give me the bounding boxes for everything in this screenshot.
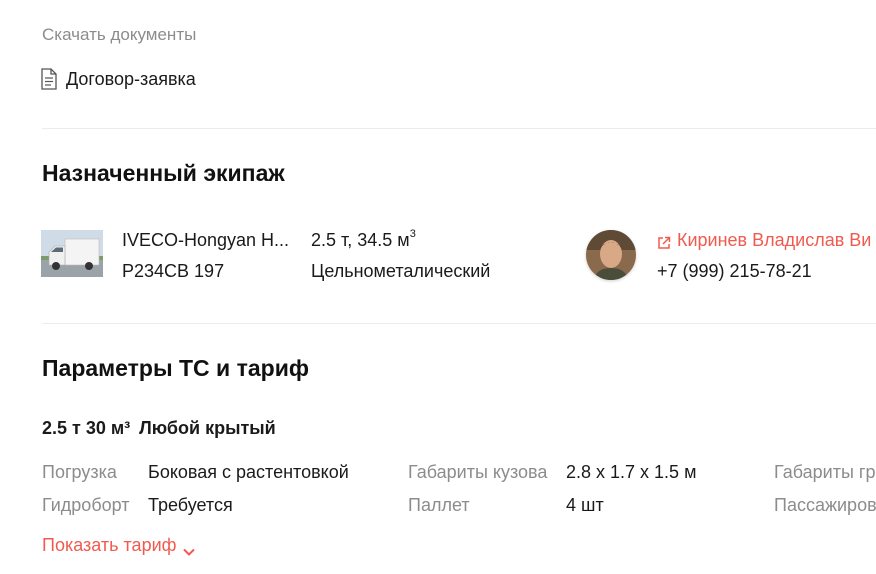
documents-label: Скачать документы	[42, 25, 197, 44]
param-label-body-dimensions: Габариты кузова	[408, 462, 548, 482]
vehicle-capacity-value: 2.5 т, 34.5 м	[311, 230, 410, 250]
divider	[42, 323, 876, 324]
param-value-tail-lift: Требуется	[148, 495, 233, 515]
document-link-label: Договор-заявка	[66, 68, 196, 89]
external-link-icon	[657, 234, 671, 249]
driver-phone: +7 (999) 215-78-21	[657, 261, 812, 281]
tariff-summary: 2.5 т 30 м³ Любой крытый	[42, 418, 276, 439]
document-icon	[40, 68, 58, 90]
order-details-panel: Скачать документы Договор-заявка Назначе…	[0, 0, 876, 574]
param-label-passengers: Пассажиров	[774, 495, 876, 515]
params-section-title: Параметры ТС и тариф	[42, 355, 309, 381]
divider	[42, 128, 876, 129]
tariff-type: Любой крытый	[139, 418, 276, 438]
chevron-down-icon	[182, 541, 196, 556]
document-link-contract[interactable]: Договор-заявка	[40, 68, 196, 90]
param-label-loading: Погрузка	[42, 462, 117, 482]
tariff-size: 2.5 т 30 м³	[42, 418, 131, 438]
driver-profile-link[interactable]: Киринев Владислав Ви	[657, 230, 871, 251]
param-value-pallets: 4 шт	[566, 495, 604, 515]
param-label-cargo-dimensions: Габариты гр	[774, 462, 876, 482]
avatar	[586, 230, 636, 280]
param-label-pallets: Паллет	[408, 495, 470, 515]
vehicle-photo	[41, 230, 103, 277]
vehicle-name: IVECO-Hongyan H...	[122, 230, 290, 250]
cubic-superscript: 3	[409, 228, 416, 240]
crew-section-title: Назначенный экипаж	[42, 160, 285, 186]
param-value-loading: Боковая с растентовкой	[148, 462, 349, 482]
param-label-tail-lift: Гидроборт	[42, 495, 130, 515]
vehicle-body-type: Цельнометалический	[311, 261, 491, 281]
param-value-body-dimensions: 2.8 x 1.7 x 1.5 м	[566, 462, 697, 482]
show-tariff-label: Показать тариф	[42, 535, 177, 555]
show-tariff-button[interactable]: Показать тариф	[42, 535, 196, 556]
driver-name: Киринев Владислав Ви	[677, 230, 872, 250]
vehicle-plate: Р234СВ 197	[122, 261, 225, 281]
vehicle-capacity: 2.5 т, 34.5 м3	[311, 228, 416, 251]
